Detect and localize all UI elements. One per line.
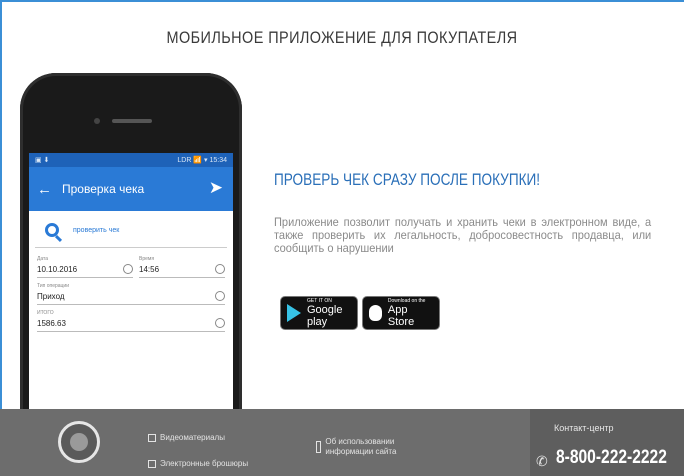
info-doc-icon	[316, 441, 322, 453]
speaker-icon	[112, 119, 152, 123]
footer-link-usage[interactable]: Об использовании информации сайта	[316, 437, 406, 457]
camera-icon	[94, 118, 100, 124]
status-left: ▣ ⬇	[35, 157, 50, 164]
footer-link-brochures[interactable]: Электронные брошюры	[148, 459, 248, 468]
app-store-button[interactable]: Download on the App Store	[362, 296, 440, 330]
contact-phone[interactable]: 8-800-222-2222	[556, 447, 667, 469]
dropdown-icon[interactable]	[215, 291, 225, 301]
search-placeholder: проверить чек	[73, 226, 120, 234]
page-title: МОБИЛЬНОЕ ПРИЛОЖЕНИЕ ДЛЯ ПОКУПАТЕЛЯ	[166, 28, 518, 47]
contact-center: Контакт-центр ✆ 8-800-222-2222	[530, 409, 684, 476]
phone-mockup: ▣ ⬇ LDR 📶 ▾ 15:34 ← Проверка чека ➤ пров…	[20, 73, 242, 453]
app-bar-title: Проверка чека	[62, 182, 145, 196]
promo-description: Приложение позволит получать и хранить ч…	[274, 215, 652, 255]
send-icon[interactable]: ➤	[209, 178, 223, 198]
status-bar: ▣ ⬇ LDR 📶 ▾ 15:34	[29, 153, 233, 167]
google-play-button[interactable]: GET IT ON Google play	[280, 296, 358, 330]
promo-headline: ПРОВЕРЬ ЧЕК СРАЗУ ПОСЛЕ ПОКУПКИ!	[274, 170, 541, 189]
time-value: 14:56	[139, 264, 160, 274]
info-icon[interactable]	[215, 318, 225, 328]
google-play-label: Google play	[307, 304, 343, 328]
contact-label: Контакт-центр	[554, 423, 614, 433]
app-store-label: App Store	[387, 304, 415, 328]
status-right: LDR 📶 ▾ 15:34	[177, 157, 227, 164]
video-icon	[148, 433, 156, 442]
emblem-logo-icon[interactable]	[58, 421, 100, 463]
apple-icon	[369, 305, 382, 321]
app-bar: ← Проверка чека ➤	[29, 167, 233, 211]
sum-label: ИТОГО	[37, 310, 54, 316]
time-field[interactable]: Время 14:56	[139, 256, 225, 278]
date-label: Дата	[37, 256, 49, 262]
back-arrow-icon[interactable]: ←	[37, 181, 52, 198]
operation-type-field[interactable]: Тип операции Приход	[37, 283, 225, 305]
phone-screen: ▣ ⬇ LDR 📶 ▾ 15:34 ← Проверка чека ➤ пров…	[29, 153, 233, 453]
date-value: 10.10.2016	[37, 264, 78, 274]
sum-field[interactable]: ИТОГО 1586.63	[37, 310, 225, 332]
calendar-icon[interactable]	[123, 264, 133, 274]
footer-link-brochures-label: Электронные брошюры	[160, 459, 249, 468]
operation-type-label: Тип операции	[37, 283, 70, 289]
search-icon	[45, 223, 59, 237]
footer-link-video[interactable]: Видеоматериалы	[148, 433, 225, 442]
operation-type-value: Приход	[37, 291, 65, 301]
document-icon	[148, 459, 156, 468]
clock-icon[interactable]	[215, 264, 225, 274]
footer-link-usage-label: Об использовании информации сайта	[325, 437, 397, 456]
time-label: Время	[139, 256, 155, 262]
date-field[interactable]: Дата 10.10.2016	[37, 256, 133, 278]
google-play-icon	[287, 304, 301, 322]
check-fields: Дата 10.10.2016 Время 14:56 Тип операции…	[29, 248, 233, 332]
footer-link-video-label: Видеоматериалы	[160, 433, 225, 442]
phone-icon: ✆	[536, 453, 548, 469]
check-search[interactable]: проверить чек	[35, 211, 227, 248]
sum-value: 1586.63	[37, 318, 66, 328]
